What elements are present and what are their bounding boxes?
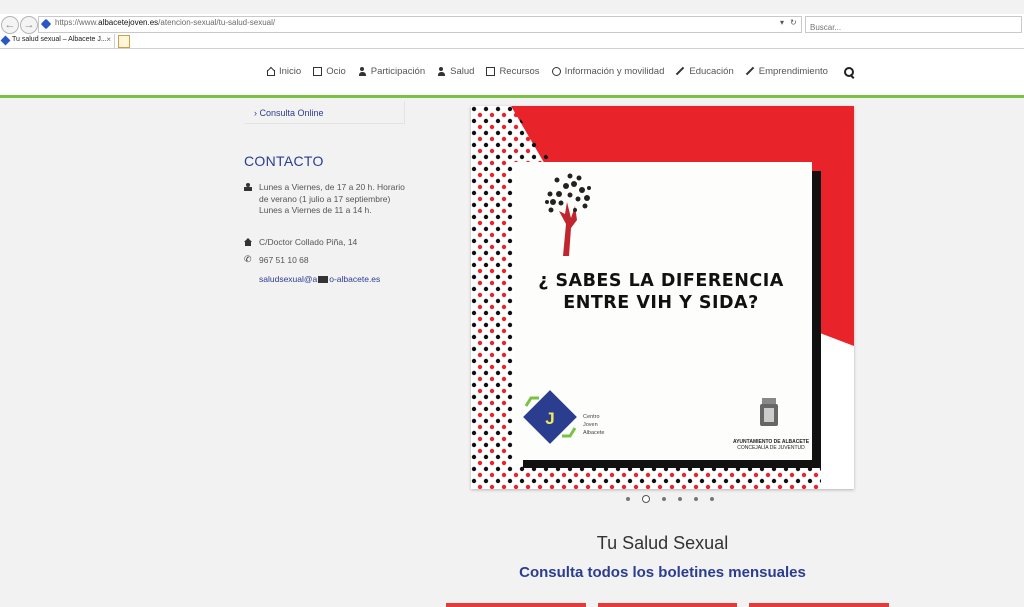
home-icon [266, 67, 275, 76]
email-part: o-albacete.es [329, 274, 381, 284]
slide-headline: ¿ SABES LA DIFERENCIA ENTRE VIH Y SIDA? [538, 271, 784, 313]
nav-label: Educación [689, 66, 734, 77]
browser-address-bar: ← → https://www.albacetejoven.es/atencio… [0, 14, 1024, 35]
slider-dot[interactable] [662, 497, 666, 501]
nav-label: Ocio [326, 66, 346, 77]
contact-title: CONTACTO [244, 153, 324, 169]
site-header: Inicio Ocio Participación Salud Recursos… [0, 49, 1024, 98]
home-icon [244, 238, 252, 246]
nav-item-educacion[interactable]: Educación [676, 66, 733, 77]
main-navigation: Inicio Ocio Participación Salud Recursos… [266, 66, 854, 77]
address-text: C/Doctor Collado Piña, 14 [259, 237, 358, 247]
email-part: saludsexual@a [259, 274, 318, 284]
ayto-subtitle: CONCEJALÍA DE JUVENTUD [737, 445, 805, 451]
tab-favicon-icon [0, 35, 11, 46]
site-favicon-icon [40, 18, 52, 30]
forward-arrow-icon: → [23, 19, 35, 31]
ayuntamiento-crest [760, 398, 778, 426]
chevron-right-icon: › [254, 108, 257, 118]
nav-item-recursos[interactable]: Recursos [486, 66, 540, 77]
document-icon [486, 67, 496, 76]
nav-item-salud[interactable]: Salud [437, 66, 474, 77]
nav-label: Salud [450, 66, 475, 77]
new-tab-icon[interactable] [118, 35, 130, 48]
phone-icon: ✆ [244, 254, 252, 264]
phone-text: 967 51 10 68 [259, 255, 309, 265]
music-icon [313, 67, 323, 76]
browser-search-box[interactable] [805, 16, 1022, 34]
sidebar-menu-item: › Consulta Online [244, 101, 405, 124]
back-arrow-icon: ← [4, 19, 16, 31]
nav-item-inicio[interactable]: Inicio [266, 66, 301, 77]
tab-close-icon[interactable]: × [106, 35, 111, 44]
nav-item-informacion[interactable]: Información y movilidad [551, 66, 665, 77]
nav-label: Información y movilidad [564, 66, 665, 77]
people-icon [358, 67, 367, 76]
centro-joven-text: Centro Joven Albacete [583, 413, 604, 437]
slider-dot[interactable] [642, 495, 650, 503]
hero-slide[interactable]: J ¿ SABES LA DIFERENCIA ENTRE VIH Y SIDA… [471, 106, 854, 489]
nav-label: Inicio [279, 66, 302, 77]
slider-dot[interactable] [710, 497, 714, 501]
consulta-online-link[interactable]: › Consulta Online [254, 108, 324, 118]
back-button[interactable]: ← [1, 16, 19, 34]
refresh-icon[interactable]: ↻ [790, 18, 797, 27]
envelope-icon [318, 276, 329, 284]
nav-label: Participación [370, 66, 426, 77]
boletines-link[interactable]: Consulta todos los boletines mensuales [471, 564, 854, 581]
slider-dot[interactable] [626, 497, 630, 501]
search-icon[interactable] [843, 66, 854, 77]
health-icon [437, 67, 446, 76]
logo-word: Centro [583, 414, 600, 420]
pencil-icon [676, 67, 685, 76]
bulletin-strip [440, 603, 895, 607]
tab-bar: Tu salud sexual – Albacete J... × [0, 34, 1024, 49]
nav-label: Emprendimiento [758, 66, 828, 77]
section-heading: Tu Salud Sexual [596, 533, 729, 553]
link-label: Consulta Online [259, 108, 324, 118]
url-dropdown-icon[interactable]: ▾ [780, 18, 784, 27]
browser-search-input[interactable] [806, 21, 1014, 34]
hours-text: Lunes a Viernes, de 17 a 20 h. Horario d… [259, 182, 405, 215]
email-link[interactable]: saludsexual@a o-albacete.es [259, 274, 380, 284]
logo-word: Joven [583, 422, 598, 428]
slider-dot[interactable] [678, 497, 682, 501]
nav-item-participacion[interactable]: Participación [358, 66, 425, 77]
url-field[interactable]: https://www.albacetejoven.es/atencion-se… [38, 16, 802, 33]
nav-label: Recursos [499, 66, 540, 77]
slider-dot[interactable] [694, 497, 698, 501]
tab-title: Tu salud sexual – Albacete J... [12, 36, 107, 43]
nav-item-ocio[interactable]: Ocio [313, 66, 346, 77]
svg-text:J: J [545, 409, 554, 428]
logo-word: Albacete [583, 430, 605, 436]
forward-button[interactable]: → [20, 16, 38, 34]
info-icon [551, 67, 561, 76]
slider-pagination [620, 495, 720, 503]
person-icon [244, 183, 252, 191]
url-text: https://www.albacetejoven.es/atencion-se… [55, 18, 276, 27]
nav-item-emprendimiento[interactable]: Emprendimiento [746, 66, 828, 77]
ayuntamiento-text: AYUNTAMIENTO DE ALBACETE CONCEJALÍA DE J… [726, 439, 816, 451]
rocket-icon [746, 67, 755, 76]
browser-tab[interactable]: Tu salud sexual – Albacete J... × [0, 34, 115, 48]
